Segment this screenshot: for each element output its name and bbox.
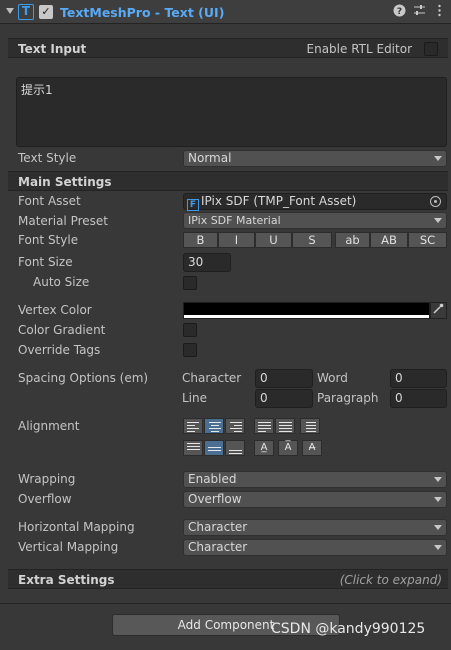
enable-rtl-label: Enable RTL Editor: [306, 42, 413, 56]
foldout-arrow-icon[interactable]: [6, 8, 14, 14]
kebab-menu-icon[interactable]: [431, 4, 447, 20]
line-spacing-input[interactable]: 0: [255, 389, 313, 408]
main-settings-section: Main Settings: [8, 171, 448, 191]
horizontal-mapping-value: Character: [188, 520, 248, 534]
color-gradient-checkbox[interactable]: [183, 323, 197, 337]
character-spacing-label: Character: [182, 371, 242, 385]
enabled-checkbox[interactable]: ✓: [39, 5, 53, 19]
color-gradient-label: Color Gradient: [18, 323, 106, 337]
align-geometry-center-button[interactable]: [300, 418, 320, 434]
text-style-value: Normal: [188, 151, 232, 165]
horizontal-mapping-dropdown[interactable]: Character: [183, 519, 447, 536]
font-style-underline-button[interactable]: U: [255, 232, 292, 248]
font-asset-field[interactable]: F IPix SDF (TMP_Font Asset): [183, 193, 447, 211]
align-bottom-button[interactable]: [225, 440, 245, 456]
text-input-label: Text Input: [18, 42, 87, 56]
paragraph-spacing-input[interactable]: 0: [390, 389, 447, 408]
align-midline-button[interactable]: A̅: [278, 440, 298, 456]
textmeshpro-icon: T: [18, 4, 34, 20]
override-tags-label: Override Tags: [18, 343, 101, 357]
text-input-section: Text Input Enable RTL Editor: [8, 38, 448, 58]
font-style-strikethrough-button[interactable]: S: [292, 232, 332, 248]
chevron-down-icon: [434, 545, 442, 550]
alignment-label: Alignment: [18, 419, 80, 433]
wrapping-label: Wrapping: [18, 472, 76, 486]
enable-rtl-checkbox[interactable]: [424, 42, 438, 56]
help-icon[interactable]: ?: [391, 4, 407, 20]
line-spacing-label: Line: [182, 391, 208, 405]
align-justified-button[interactable]: [254, 418, 274, 434]
font-asset-icon: F: [187, 199, 199, 211]
expand-hint: (Click to expand): [339, 573, 442, 587]
chevron-down-icon: [434, 525, 442, 530]
align-capline-button[interactable]: A̶: [302, 440, 322, 456]
font-style-smallcaps-button[interactable]: SC: [408, 232, 447, 248]
paragraph-spacing-label: Paragraph: [317, 391, 379, 405]
word-spacing-label: Word: [317, 371, 348, 385]
font-style-bold-button[interactable]: B: [183, 232, 218, 248]
align-top-button[interactable]: [183, 440, 203, 456]
eyedropper-icon[interactable]: [430, 302, 447, 319]
font-asset-value: IPix SDF (TMP_Font Asset): [201, 194, 357, 208]
divider: [0, 603, 451, 604]
chevron-down-icon: [434, 218, 442, 223]
wrapping-dropdown[interactable]: Enabled: [183, 471, 447, 488]
auto-size-label: Auto Size: [33, 275, 90, 289]
component-title: TextMeshPro - Text (UI): [60, 5, 225, 20]
extra-settings-section[interactable]: Extra Settings (Click to expand): [8, 569, 448, 589]
vertex-color-field[interactable]: [183, 302, 430, 319]
vertical-mapping-value: Character: [188, 540, 248, 554]
text-style-dropdown[interactable]: Normal: [183, 150, 447, 167]
word-spacing-input[interactable]: 0: [390, 369, 447, 388]
vertical-mapping-dropdown[interactable]: Character: [183, 539, 447, 556]
horizontal-mapping-label: Horizontal Mapping: [18, 520, 135, 534]
font-style-italic-button[interactable]: I: [218, 232, 255, 248]
material-preset-dropdown[interactable]: IPix SDF Material: [183, 212, 447, 229]
chevron-down-icon: [434, 156, 442, 161]
overflow-value: Overflow: [188, 492, 242, 506]
overflow-dropdown[interactable]: Overflow: [183, 491, 447, 508]
align-middle-button[interactable]: [204, 440, 224, 456]
font-asset-label: Font Asset: [18, 194, 81, 208]
align-left-button[interactable]: [183, 418, 203, 434]
extra-settings-label: Extra Settings: [18, 573, 115, 587]
character-spacing-input[interactable]: 0: [255, 369, 313, 388]
chevron-down-icon: [434, 497, 442, 502]
text-style-label: Text Style: [18, 151, 77, 165]
font-style-lowercase-button[interactable]: ab: [335, 232, 370, 248]
vertex-color-label: Vertex Color: [18, 303, 92, 317]
wrapping-value: Enabled: [188, 472, 237, 486]
object-picker-icon[interactable]: [430, 196, 441, 207]
svg-text:?: ?: [396, 7, 401, 17]
component-header[interactable]: T ✓ TextMeshPro - Text (UI) ?: [0, 0, 451, 24]
main-settings-label: Main Settings: [18, 175, 112, 189]
vertical-mapping-label: Vertical Mapping: [18, 540, 119, 554]
override-tags-checkbox[interactable]: [183, 343, 197, 357]
text-input-area[interactable]: 提示1: [16, 77, 447, 147]
align-baseline-button[interactable]: A̲: [254, 440, 274, 456]
material-preset-label: Material Preset: [18, 214, 108, 228]
font-style-uppercase-button[interactable]: AB: [370, 232, 408, 248]
font-size-label: Font Size: [18, 255, 73, 269]
presets-icon[interactable]: [411, 4, 427, 20]
align-flush-button[interactable]: [275, 418, 295, 434]
watermark: CSDN @kandy990125: [271, 621, 426, 637]
overflow-label: Overflow: [18, 492, 72, 506]
spacing-options-label: Spacing Options (em): [18, 371, 149, 385]
material-preset-value: IPix SDF Material: [188, 214, 281, 227]
auto-size-checkbox[interactable]: [183, 276, 197, 290]
font-size-input[interactable]: 30: [183, 253, 231, 272]
align-right-button[interactable]: [225, 418, 245, 434]
chevron-down-icon: [434, 477, 442, 482]
align-center-button[interactable]: [204, 418, 224, 434]
font-style-label: Font Style: [18, 233, 79, 247]
